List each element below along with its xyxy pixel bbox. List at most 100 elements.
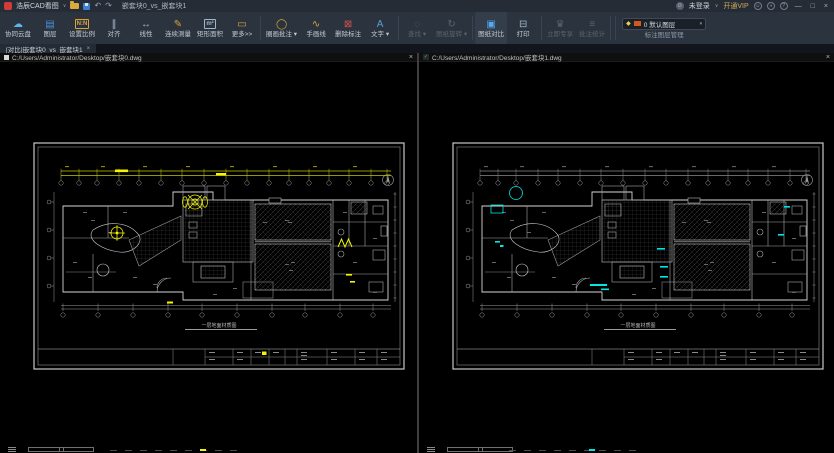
redo-icon[interactable]: ↷ xyxy=(105,2,112,10)
mini-sheet-text-dash xyxy=(569,450,576,452)
layer-dropdown-caret-icon: ▾ xyxy=(700,21,703,27)
toolbar-annot-stats-button: ≡批注统计 xyxy=(576,12,608,44)
toolbar-find-label: 查找 ▾ xyxy=(408,31,426,39)
circle-annotate-icon: ◯ xyxy=(276,18,287,31)
document-title: 嵌套块0_vs_嵌套块1 xyxy=(122,1,187,11)
panel-left-header: C:/Users/Administrator/Desktop/嵌套块0.dwg … xyxy=(0,53,417,62)
ribbon-toolbar: ☁协同云盘▤图层N:N设置比例∥对齐↔线性✎连续测量m²矩形面积▭更多>>◯圈画… xyxy=(0,12,834,44)
toolbar-rotate-sheet-label: 图纸旋转 ▾ xyxy=(436,31,467,39)
toolbar-print-button[interactable]: ⊟打印 xyxy=(507,12,539,44)
mini-sheet-text-dash xyxy=(230,450,237,452)
toolbar-cloud-drive-button[interactable]: ☁协同云盘 xyxy=(2,12,34,44)
toolbar-delete-annot-button[interactable]: ⊠删除标注 xyxy=(332,12,364,44)
toolbar-print-label: 打印 xyxy=(517,31,530,39)
toolbar-freehand-line-label: 手画线 xyxy=(306,31,326,39)
print-icon: ⊟ xyxy=(519,18,527,31)
layer-bulb-icon: ◆ xyxy=(626,21,631,27)
theme-icon[interactable]: ◑ xyxy=(767,2,775,10)
toolbar-circle-annotate-button[interactable]: ◯圈画批注 ▾ xyxy=(263,12,300,44)
undo-icon[interactable]: ↶ xyxy=(94,2,101,10)
toolbar-separator xyxy=(260,16,261,40)
app-logo-icon xyxy=(4,2,12,10)
toolbar-text-button[interactable]: A文字 ▾ xyxy=(364,12,396,44)
maximize-button[interactable]: □ xyxy=(809,3,817,10)
toolbar-find-button: ◌查找 ▾ xyxy=(401,12,433,44)
layer-dropdown-value: 0 默认图层 xyxy=(644,19,675,29)
toolbar-vip-now-label: 立即专享 xyxy=(547,31,573,39)
save-icon[interactable] xyxy=(83,3,90,10)
mini-sheet-accent-dash xyxy=(589,449,595,451)
toolbar-separator xyxy=(610,16,611,40)
toolbar-text-label: 文字 ▾ xyxy=(371,31,389,39)
target-check-icon: ✓ xyxy=(423,54,429,60)
find-icon: ◌ xyxy=(414,18,420,31)
freehand-line-icon: ∿ xyxy=(312,18,320,31)
service-icon[interactable]: ☺ xyxy=(754,2,762,10)
toolbar-more-label: 更多>> xyxy=(232,31,253,39)
layer-manage-label: 标注图层管理 xyxy=(645,32,684,39)
mini-sheet-frame xyxy=(447,447,513,452)
toolbar-freehand-line-button[interactable]: ∿手画线 xyxy=(300,12,332,44)
panel-left-canvas[interactable]: 一层地面材质图 xyxy=(0,62,417,453)
ribbon-buttons: ☁协同云盘▤图层N:N设置比例∥对齐↔线性✎连续测量m²矩形面积▭更多>>◯圈画… xyxy=(2,12,613,44)
partial-next-sheet-right xyxy=(419,445,834,453)
mini-sheet-text-dash xyxy=(524,450,531,452)
layer-block: ◆ 0 默认图层 ▾ 标注图层管理 xyxy=(622,18,706,39)
toolbar-set-scale-button[interactable]: N:N设置比例 xyxy=(66,12,98,44)
panel-right-header: ✓ C:/Users/Administrator/Desktop/嵌套块1.dw… xyxy=(419,53,834,62)
vip-link[interactable]: 开通VIP xyxy=(723,1,748,11)
toolbar-delete-annot-label: 删除标注 xyxy=(335,31,361,39)
toolbar-separator xyxy=(541,16,542,40)
login-caret-icon[interactable]: ∨ xyxy=(715,3,719,9)
align-icon: ∥ xyxy=(112,18,117,31)
panel-right-canvas[interactable]: 一层地面材质图 xyxy=(419,62,834,453)
drawing-sheet-left[interactable]: 一层地面材质图 xyxy=(33,142,405,370)
mini-sheet-text-dash xyxy=(509,450,516,452)
toolbar-circle-annotate-label: 圈画批注 ▾ xyxy=(266,31,297,39)
toolbar-set-scale-label: 设置比例 xyxy=(69,31,95,39)
toolbar-align-button[interactable]: ∥对齐 xyxy=(98,12,130,44)
panel-left-close-icon[interactable]: × xyxy=(409,54,413,61)
layer-dropdown[interactable]: ◆ 0 默认图层 ▾ xyxy=(622,18,706,30)
mini-sheet-text-dash xyxy=(140,450,147,452)
toolbar-compare-sheets-label: 图纸对比 xyxy=(478,31,504,39)
toolbar-align-label: 对齐 xyxy=(108,31,121,39)
source-square-icon xyxy=(4,55,9,60)
delete-annot-icon: ⊠ xyxy=(344,18,352,31)
partial-next-sheet-left xyxy=(0,445,417,453)
drawing-panel-left: C:/Users/Administrator/Desktop/嵌套块0.dwg … xyxy=(0,53,417,453)
panel-right-close-icon[interactable]: × xyxy=(826,54,830,61)
toolbar-annot-stats-label: 批注统计 xyxy=(579,31,605,39)
mini-sheet-text-dash xyxy=(110,450,117,452)
toolbar-cont-measure-button[interactable]: ✎连续测量 xyxy=(162,12,194,44)
toolbar-cloud-drive-label: 协同云盘 xyxy=(5,31,31,39)
toolbar-rect-area-label: 矩形面积 xyxy=(197,31,223,39)
text-icon: A xyxy=(377,18,384,31)
minimize-button[interactable]: — xyxy=(793,3,804,10)
toolbar-rotate-sheet-button: ↻图纸旋转 ▾ xyxy=(433,12,470,44)
app-menu-caret-icon[interactable]: ∨ xyxy=(63,3,67,9)
mini-sheet-text-dash xyxy=(155,450,162,452)
mini-sheet-frame xyxy=(28,447,94,452)
toolbar-rect-area-button[interactable]: m²矩形面积 xyxy=(194,12,226,44)
mini-sheet-text-dash xyxy=(215,450,222,452)
toolbar-linear-button[interactable]: ↔线性 xyxy=(130,12,162,44)
tab-close-icon[interactable]: × xyxy=(87,46,91,52)
help-icon[interactable]: ? xyxy=(780,2,788,10)
user-avatar-icon[interactable]: ☺ xyxy=(676,2,684,10)
cont-measure-icon: ✎ xyxy=(174,18,182,31)
panel-left-filepath: C:/Users/Administrator/Desktop/嵌套块0.dwg xyxy=(12,52,142,62)
annot-stats-icon: ≡ xyxy=(589,18,595,31)
close-button[interactable]: × xyxy=(822,3,830,10)
drawing-sheet-right[interactable]: 一层地面材质图 xyxy=(452,142,824,370)
open-file-icon[interactable] xyxy=(70,3,79,9)
toolbar-separator xyxy=(398,16,399,40)
mini-sheet-text-dash xyxy=(185,450,192,452)
toolbar-more-button[interactable]: ▭更多>> xyxy=(226,12,258,44)
mini-sheet-text-dash xyxy=(599,450,606,452)
login-status[interactable]: 未登录 xyxy=(689,1,710,11)
toolbar-vip-now-button: ♛立即专享 xyxy=(544,12,576,44)
toolbar-layers-button[interactable]: ▤图层 xyxy=(34,12,66,44)
toolbar-compare-sheets-button[interactable]: ▣图纸对比 xyxy=(475,12,507,44)
app-name: 浩辰CAD看图 xyxy=(16,1,59,11)
